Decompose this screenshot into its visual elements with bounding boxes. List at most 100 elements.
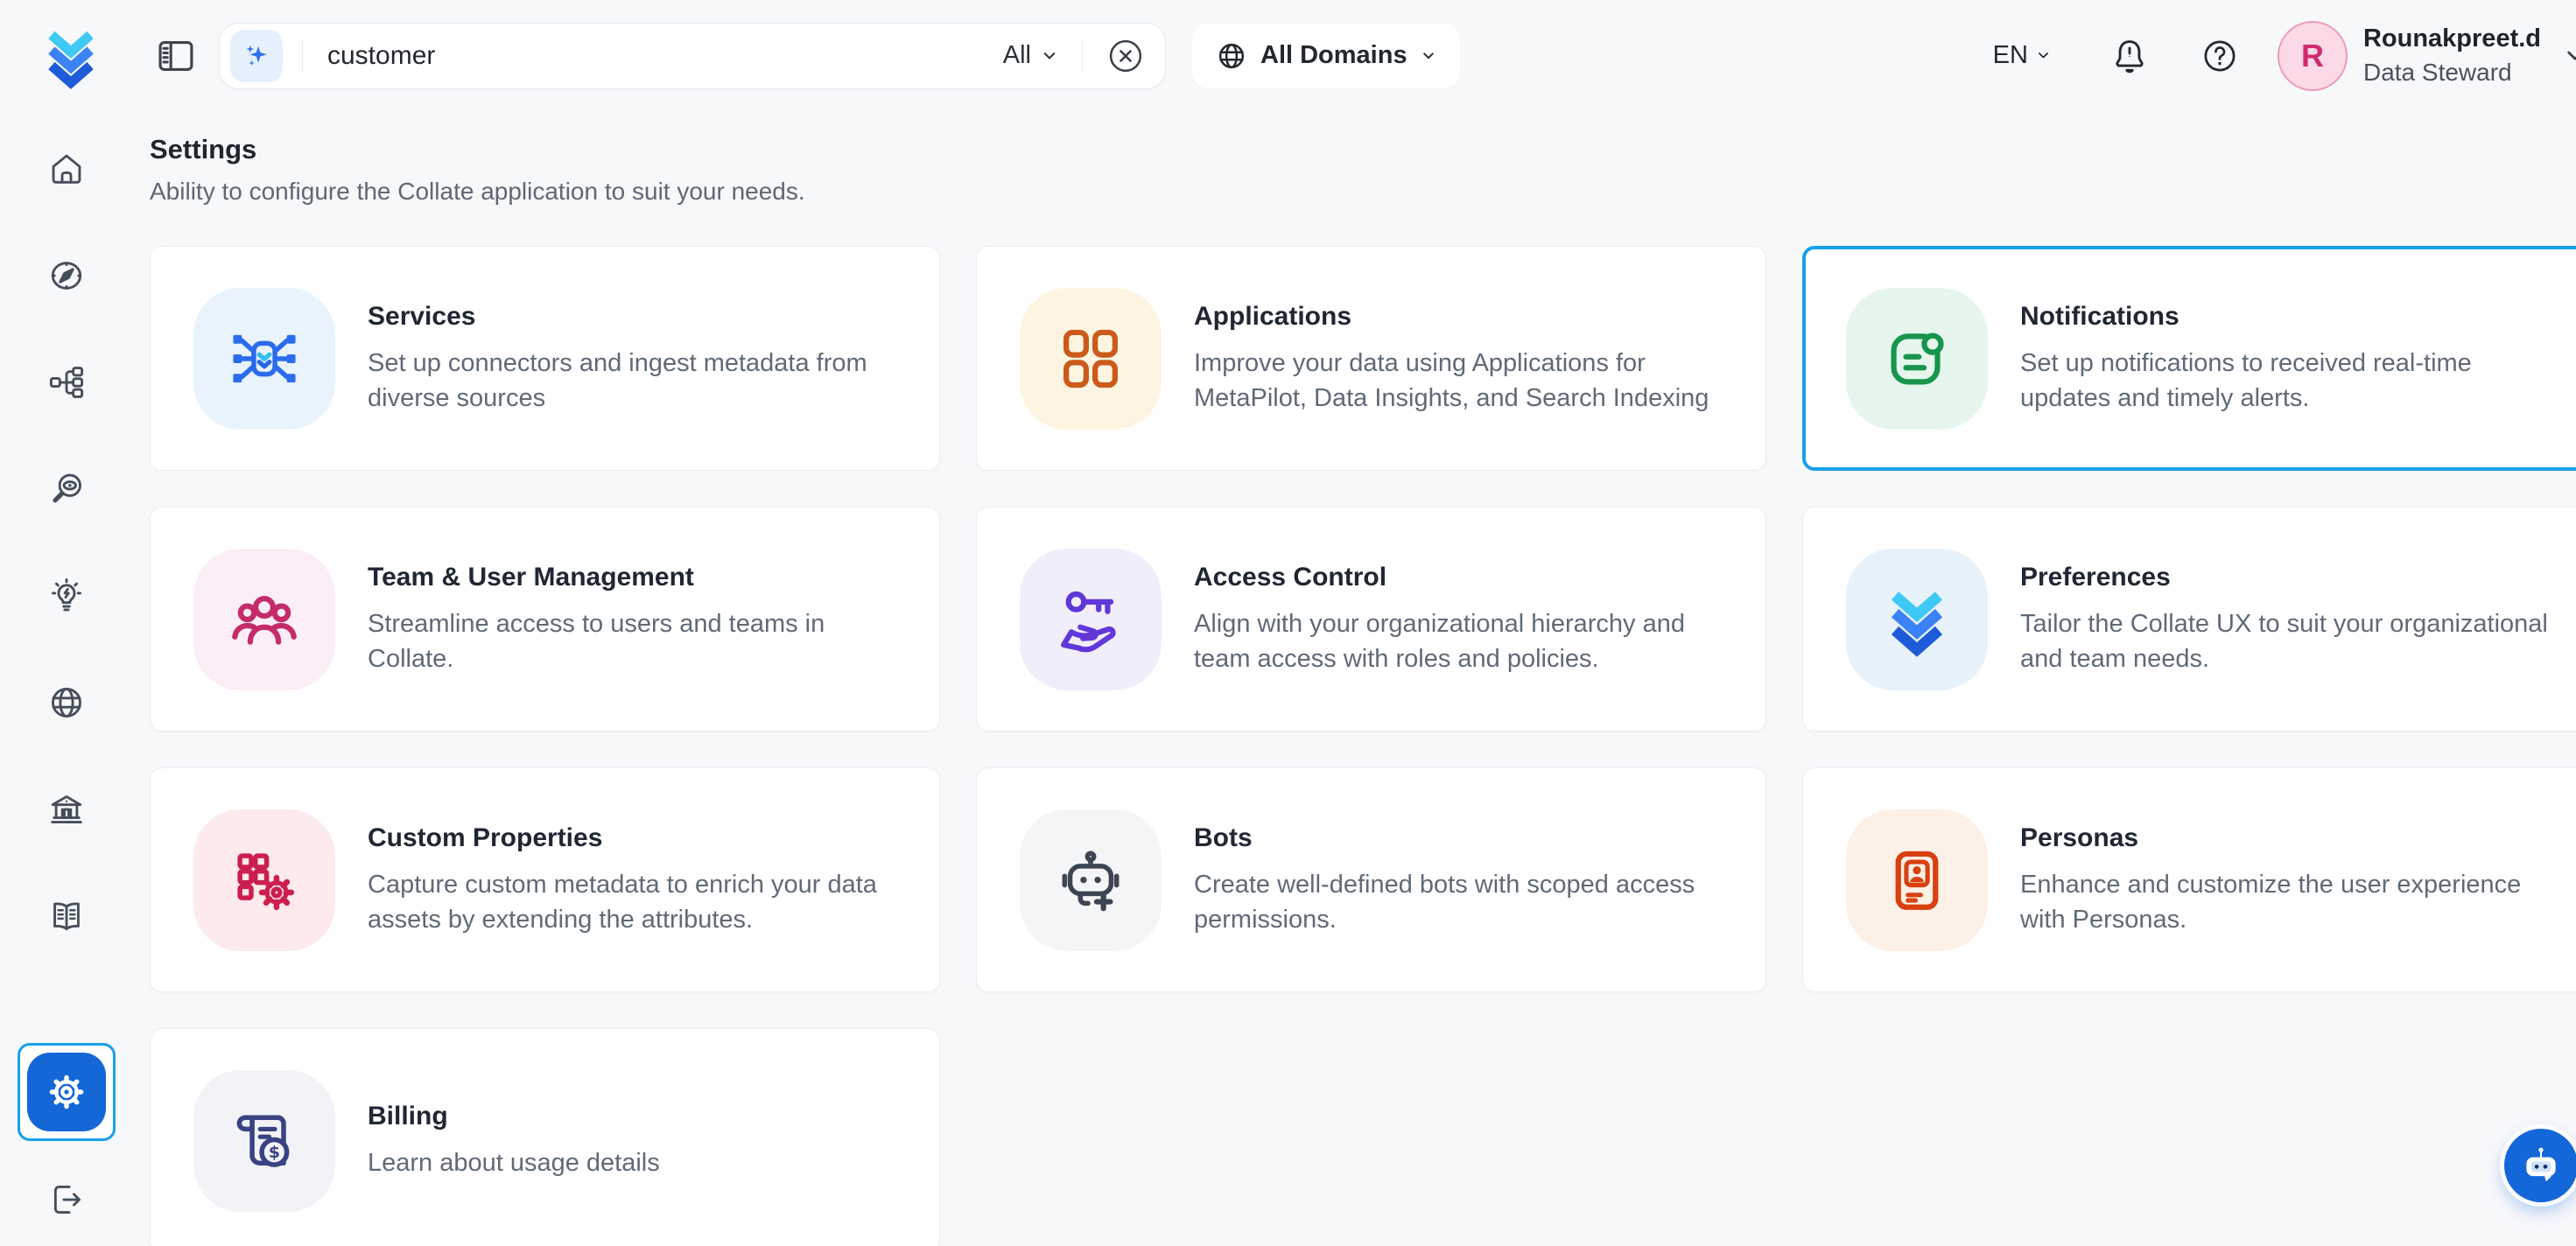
card-icon-tile <box>1020 549 1162 690</box>
help-icon[interactable] <box>2200 37 2239 75</box>
chatbot-button[interactable] <box>2504 1129 2576 1202</box>
settings-card-custom-properties[interactable]: Custom Properties Capture custom metadat… <box>150 767 940 992</box>
ai-sparkle-icon[interactable] <box>230 30 283 82</box>
sidebar-toggle-icon[interactable] <box>154 34 198 78</box>
search-scope-label: All <box>1003 41 1031 70</box>
card-title: Team & User Management <box>368 563 916 592</box>
logout-icon <box>46 1180 87 1220</box>
sidebar-item-book[interactable] <box>46 896 87 936</box>
settings-card-access-control[interactable]: Access Control Align with your organizat… <box>976 507 1766 732</box>
user-avatar[interactable]: R <box>2278 21 2348 91</box>
sidebar-item-lightbulb[interactable] <box>46 576 87 616</box>
card-description: Capture custom metadata to enrich your d… <box>368 867 916 937</box>
card-text: Applications Improve your data using App… <box>1194 302 1765 416</box>
settings-card-services[interactable]: Services Set up connectors and ingest me… <box>150 246 940 471</box>
domain-filter-dropdown[interactable]: All Domains <box>1192 24 1460 88</box>
left-sidebar <box>0 111 133 1246</box>
user-name: Rounakpreet.d <box>2363 24 2541 53</box>
card-icon-tile <box>193 809 335 951</box>
card-text: Bots Create well-defined bots with scope… <box>1194 823 1765 937</box>
card-description: Learn about usage details <box>368 1145 916 1180</box>
team-icon <box>226 581 303 658</box>
settings-card-applications[interactable]: Applications Improve your data using App… <box>976 246 1766 471</box>
header-right-group: EN R Rounakpreet.d Data Steward <box>1993 21 2576 91</box>
lightbulb-icon <box>46 576 87 616</box>
collate-logo-icon[interactable] <box>37 17 105 95</box>
chevron-down-icon <box>1420 47 1437 65</box>
page-title: Settings <box>150 134 2576 165</box>
language-label: EN <box>1993 41 2028 70</box>
card-icon-tile <box>193 549 335 690</box>
card-text: Team & User Management Streamline access… <box>368 563 939 676</box>
clear-search-icon[interactable] <box>1106 36 1146 76</box>
card-icon-tile <box>193 288 335 430</box>
card-title: Billing <box>368 1102 916 1131</box>
flow-icon <box>46 362 87 402</box>
settings-card-billing[interactable]: Billing Learn about usage details <box>150 1028 940 1246</box>
sidebar-item-bank[interactable] <box>46 789 87 830</box>
apps-grid-icon <box>1052 320 1129 397</box>
card-title: Services <box>368 302 916 332</box>
card-text: Services Set up connectors and ingest me… <box>368 302 939 416</box>
sidebar-item-gear-active[interactable] <box>18 1043 116 1141</box>
sidebar-item-compass[interactable] <box>46 256 87 296</box>
card-text: Personas Enhance and customize the user … <box>2020 823 2576 937</box>
search-input[interactable] <box>326 40 1003 72</box>
collate-settings-page: { "header": { "search": { "value": "cust… <box>0 0 2576 1246</box>
bot-icon <box>1052 842 1129 919</box>
notifications-bell-icon[interactable] <box>2109 36 2150 76</box>
chevron-down-icon <box>1040 46 1059 66</box>
services-icon <box>226 320 303 397</box>
notifications-icon <box>1878 320 1955 397</box>
domain-filter-label: All Domains <box>1260 41 1407 70</box>
search-scope-dropdown[interactable]: All <box>1003 41 1059 70</box>
card-text: Notifications Set up notifications to re… <box>2020 302 2576 416</box>
sidebar-item-flow[interactable] <box>46 362 87 402</box>
settings-card-personas[interactable]: Personas Enhance and customize the user … <box>1802 767 2576 992</box>
access-key-icon <box>1052 581 1129 658</box>
billing-icon <box>226 1102 303 1180</box>
settings-card-notifications[interactable]: Notifications Set up notifications to re… <box>1802 246 2576 471</box>
user-meta[interactable]: Rounakpreet.d Data Steward <box>2363 24 2541 87</box>
card-text: Billing Learn about usage details <box>368 1102 939 1180</box>
settings-cards-grid: Services Set up connectors and ingest me… <box>150 246 2576 1246</box>
card-icon-tile <box>1020 809 1162 951</box>
gear-icon <box>43 1068 90 1116</box>
globe-icon <box>1215 39 1248 73</box>
card-description: Set up notifications to received real-ti… <box>2020 346 2569 416</box>
page-subtitle: Ability to configure the Collate applica… <box>150 178 2576 206</box>
card-description: Streamline access to users and teams in … <box>368 606 916 676</box>
sidebar-bottom-group <box>18 1043 116 1220</box>
card-text: Preferences Tailor the Collate UX to sui… <box>2020 563 2576 676</box>
card-icon-tile <box>1846 549 1988 690</box>
chevron-down-icon <box>2035 47 2052 64</box>
user-menu-chevron-icon[interactable] <box>2562 43 2576 69</box>
card-description: Enhance and customize the user experienc… <box>2020 867 2569 937</box>
chatbot-icon <box>2517 1142 2565 1189</box>
card-title: Bots <box>1194 823 1743 853</box>
sidebar-item-search-eye[interactable] <box>46 469 87 509</box>
card-text: Access Control Align with your organizat… <box>1194 563 1765 676</box>
sidebar-item-globe[interactable] <box>46 682 87 723</box>
compass-icon <box>46 256 87 296</box>
bank-icon <box>46 789 87 830</box>
globe-icon <box>46 682 87 723</box>
global-search-bar[interactable]: All <box>219 23 1166 89</box>
sidebar-item-logout[interactable] <box>46 1180 87 1220</box>
persona-card-icon <box>1878 842 1955 919</box>
divider <box>1082 38 1083 74</box>
card-icon-tile <box>1020 288 1162 430</box>
home-icon <box>46 149 87 189</box>
settings-card-bots[interactable]: Bots Create well-defined bots with scope… <box>976 767 1766 992</box>
card-title: Access Control <box>1194 563 1743 592</box>
card-icon-tile <box>193 1070 335 1212</box>
sidebar-item-home[interactable] <box>46 149 87 189</box>
settings-card-team-user-management[interactable]: Team & User Management Streamline access… <box>150 507 940 732</box>
book-icon <box>46 896 87 936</box>
top-header: All All Domains EN R Rounakpreet.d Data … <box>0 0 2576 111</box>
card-description: Set up connectors and ingest metadata fr… <box>368 346 916 416</box>
settings-card-preferences[interactable]: Preferences Tailor the Collate UX to sui… <box>1802 507 2576 732</box>
language-dropdown[interactable]: EN <box>1993 41 2052 70</box>
card-description: Improve your data using Applications for… <box>1194 346 1743 416</box>
collate-logo-icon <box>1878 581 1955 658</box>
